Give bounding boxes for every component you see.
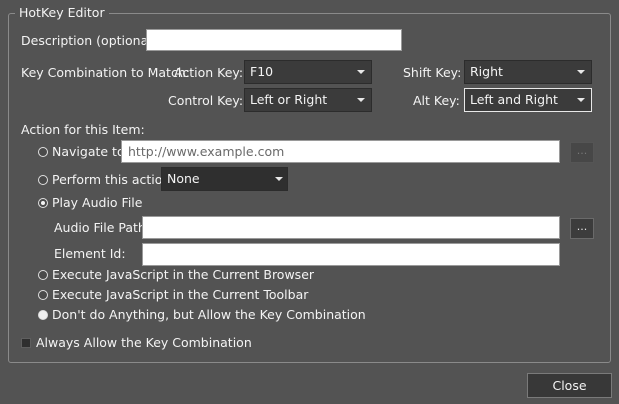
key-combo-label: Key Combination to Match: bbox=[21, 65, 190, 80]
shift-key-select[interactable]: Right bbox=[464, 60, 592, 84]
navigate-url-input[interactable]: http://www.example.com bbox=[121, 140, 560, 163]
chevron-down-icon bbox=[577, 98, 585, 102]
element-id-input[interactable] bbox=[142, 243, 560, 266]
action-key-value: F10 bbox=[250, 64, 274, 79]
perform-action-value: None bbox=[167, 171, 200, 186]
alt-key-label: Alt Key: bbox=[413, 93, 460, 108]
dont-do-radio[interactable] bbox=[38, 310, 48, 320]
alt-key-value: Left and Right bbox=[470, 92, 558, 107]
chevron-down-icon bbox=[357, 98, 365, 102]
description-input[interactable] bbox=[146, 29, 402, 51]
navigate-radio[interactable] bbox=[38, 147, 48, 157]
audio-path-input[interactable] bbox=[142, 216, 560, 239]
description-label: Description (optional): bbox=[21, 33, 161, 48]
control-key-value: Left or Right bbox=[250, 92, 328, 107]
exec-toolbar-radio[interactable] bbox=[38, 290, 48, 300]
alt-key-select[interactable]: Left and Right bbox=[464, 88, 592, 112]
control-key-select[interactable]: Left or Right bbox=[244, 88, 372, 112]
always-allow-checkbox[interactable] bbox=[21, 338, 31, 348]
group-title: HotKey Editor bbox=[15, 4, 109, 22]
chevron-down-icon bbox=[577, 70, 585, 74]
control-key-label: Control Key: bbox=[168, 93, 244, 108]
perform-action-radio[interactable] bbox=[38, 175, 48, 185]
exec-browser-label[interactable]: Execute JavaScript in the Current Browse… bbox=[52, 266, 314, 284]
navigate-label[interactable]: Navigate to: bbox=[52, 143, 129, 161]
chevron-down-icon bbox=[275, 177, 283, 181]
action-key-select[interactable]: F10 bbox=[244, 60, 372, 84]
action-section-label: Action for this Item: bbox=[21, 122, 145, 137]
play-audio-radio[interactable] bbox=[38, 198, 48, 208]
audio-path-label: Audio File Path: bbox=[54, 220, 151, 235]
navigate-browse-button[interactable]: ... bbox=[570, 142, 594, 163]
exec-toolbar-label[interactable]: Execute JavaScript in the Current Toolba… bbox=[52, 286, 308, 304]
element-id-label: Element Id: bbox=[54, 246, 126, 261]
action-key-label: Action Key: bbox=[174, 65, 244, 80]
play-audio-label[interactable]: Play Audio File bbox=[52, 194, 142, 212]
close-button[interactable]: Close bbox=[527, 373, 612, 398]
perform-action-label[interactable]: Perform this action: bbox=[52, 171, 175, 189]
dont-do-label[interactable]: Don't do Anything, but Allow the Key Com… bbox=[52, 306, 366, 324]
always-allow-label[interactable]: Always Allow the Key Combination bbox=[36, 334, 252, 352]
shift-key-value: Right bbox=[470, 64, 503, 79]
perform-action-select[interactable]: None bbox=[161, 167, 288, 191]
exec-browser-radio[interactable] bbox=[38, 270, 48, 280]
chevron-down-icon bbox=[357, 70, 365, 74]
audio-browse-button[interactable]: ... bbox=[570, 218, 594, 239]
shift-key-label: Shift Key: bbox=[403, 65, 462, 80]
